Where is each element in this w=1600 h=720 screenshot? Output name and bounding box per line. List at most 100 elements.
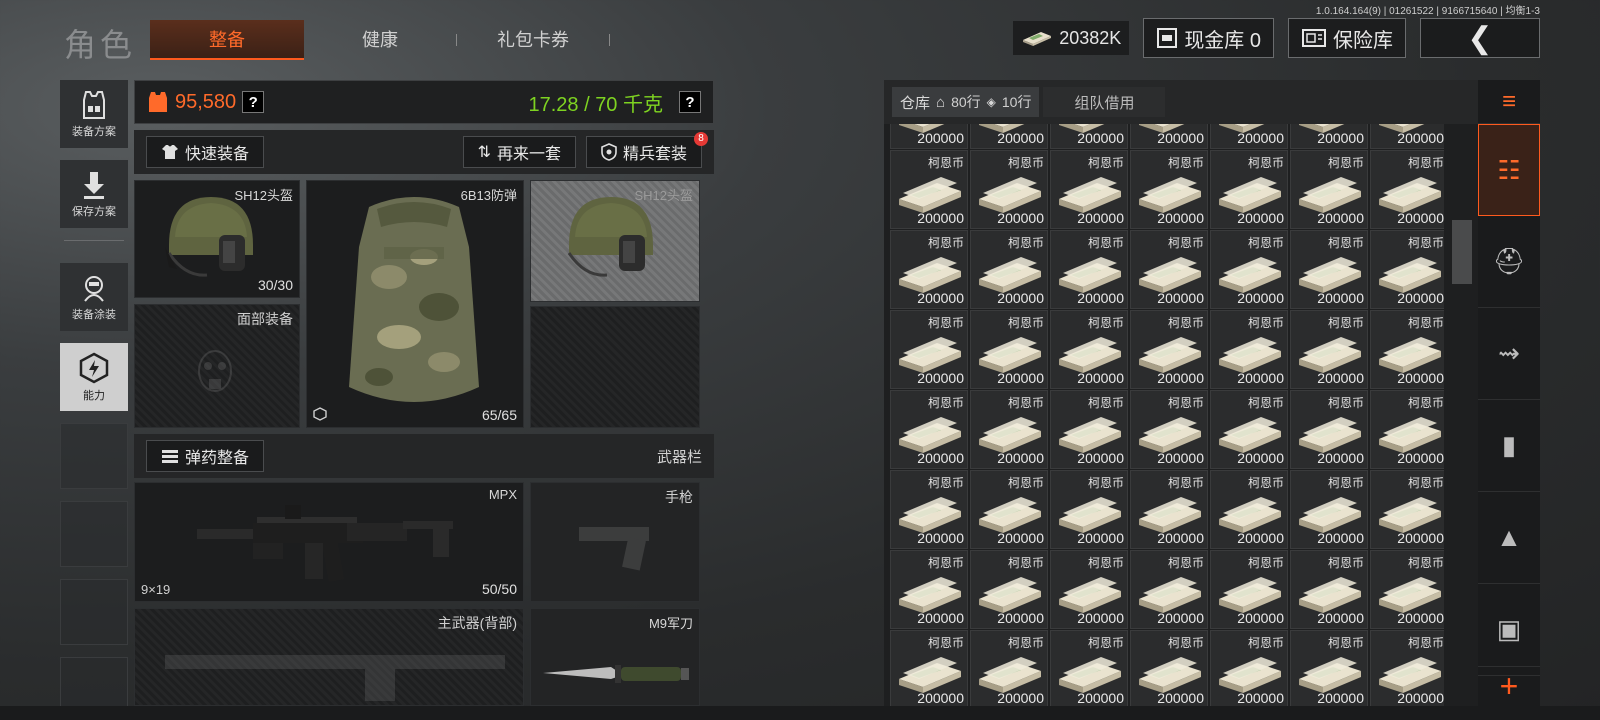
storage-cell[interactable]: 柯恩币200000	[1210, 470, 1288, 549]
category-helmet-icon[interactable]: ⛑	[1478, 216, 1540, 308]
ammo-prep-button[interactable]: 弹药整备	[146, 440, 265, 472]
storage-cell[interactable]: 柯恩币200000	[1370, 470, 1444, 549]
storage-cell[interactable]: 柯恩币200000	[890, 310, 968, 389]
storage-cell[interactable]: 柯恩币200000	[1130, 470, 1208, 549]
item-amount: 200000	[1157, 450, 1204, 466]
storage-cell[interactable]: 柯恩币200000	[890, 630, 968, 706]
storage-cell[interactable]: 柯恩币200000	[1130, 390, 1208, 469]
category-rifle-icon[interactable]: ⇝	[1478, 308, 1540, 400]
primary-weapon-slot[interactable]: MPX 9×19 50/50	[134, 482, 524, 602]
tab-health[interactable]: 健康	[304, 20, 456, 60]
storage-cell[interactable]: 柯恩币200000	[890, 150, 968, 229]
storage-cell[interactable]: 柯恩币200000	[1210, 150, 1288, 229]
vest-value-icon	[149, 92, 167, 112]
storage-cell[interactable]: 柯恩币200000	[1130, 630, 1208, 706]
storage-cell[interactable]: 柯恩币200000	[1290, 310, 1368, 389]
category-attachment-icon[interactable]: ▣	[1478, 584, 1540, 676]
sort-stack-icon[interactable]: ≡	[1478, 80, 1540, 124]
storage-cell[interactable]: 柯恩币200000	[1210, 124, 1288, 149]
storage-cell[interactable]: 柯恩币200000	[1050, 550, 1128, 629]
category-all-icon[interactable]: ☷	[1478, 124, 1540, 216]
another-set-button[interactable]: ⇅ 再来一套	[462, 136, 576, 168]
helmet-preview-slot[interactable]: SH12头盔	[530, 180, 700, 302]
storage-cell[interactable]: 柯恩币200000	[1130, 124, 1208, 149]
item-amount: 200000	[1397, 690, 1444, 706]
tab-team-borrow[interactable]: 组队借用	[1043, 87, 1166, 117]
storage-cell[interactable]: 柯恩币200000	[970, 630, 1048, 706]
back-weapon-slot[interactable]: 主武器(背部)	[134, 608, 524, 706]
storage-cell[interactable]: 柯恩币200000	[1370, 230, 1444, 309]
storage-scrollbar[interactable]	[1452, 220, 1472, 284]
storage-cell[interactable]: 柯恩币200000	[1050, 124, 1128, 149]
storage-cell[interactable]: 柯恩币200000	[1290, 630, 1368, 706]
item-name: 柯恩币	[1247, 316, 1284, 330]
item-amount: 200000	[917, 610, 964, 626]
face-slot[interactable]: 面部装备	[134, 304, 300, 428]
back-button[interactable]: ❮	[1420, 18, 1540, 58]
storage-cell[interactable]: 柯恩币200000	[890, 390, 968, 469]
storage-cell[interactable]: 柯恩币200000	[1130, 230, 1208, 309]
category-magazine-icon[interactable]: ▮	[1478, 400, 1540, 492]
storage-cell[interactable]: 柯恩币200000	[970, 150, 1048, 229]
storage-cell[interactable]: 柯恩币200000	[1050, 390, 1128, 469]
tab-loadout[interactable]: 整备	[150, 20, 304, 60]
storage-cell[interactable]: 柯恩币200000	[1210, 390, 1288, 469]
storage-cell[interactable]: 柯恩币200000	[1050, 150, 1128, 229]
storage-cell[interactable]: 柯恩币200000	[1370, 150, 1444, 229]
elite-set-button[interactable]: 精兵套装	[585, 136, 702, 168]
storage-cell[interactable]: 柯恩币200000	[1210, 550, 1288, 629]
cash-vault-button[interactable]: 现金库 0	[1143, 18, 1274, 58]
storage-cell[interactable]: 柯恩币200000	[1130, 310, 1208, 389]
armor-slot[interactable]: 6B13防弹 65/65	[306, 180, 524, 428]
storage-cell[interactable]: 柯恩币200000	[1370, 390, 1444, 469]
pistol-slot[interactable]: 手枪	[530, 482, 700, 602]
storage-cell[interactable]: 柯恩币200000	[1290, 124, 1368, 149]
storage-cell[interactable]: 柯恩币200000	[970, 550, 1048, 629]
storage-cell[interactable]: 柯恩币200000	[1050, 310, 1128, 389]
storage-cell[interactable]: 柯恩币200000	[970, 230, 1048, 309]
side-item-save-plan[interactable]: 保存方案	[60, 160, 128, 228]
storage-cell[interactable]: 柯恩币200000	[970, 310, 1048, 389]
storage-cell[interactable]: 柯恩币200000	[1130, 550, 1208, 629]
cash-vault-label: 现金库 0	[1184, 29, 1261, 52]
side-item-loadout-plan[interactable]: 装备方案	[60, 80, 128, 148]
value-help-icon[interactable]: ?	[242, 91, 265, 113]
storage-cell[interactable]: 柯恩币200000	[1370, 124, 1444, 149]
storage-cell[interactable]: 柯恩币200000	[1290, 150, 1368, 229]
back-weapon-label: 主武器(背部)	[437, 615, 517, 631]
storage-cell[interactable]: 柯恩币200000	[1370, 310, 1444, 389]
safe-box-button[interactable]: 保险库	[1288, 18, 1406, 58]
helmet-slot[interactable]: SH12头盔 30/30	[134, 180, 300, 298]
item-amount: 200000	[1317, 370, 1364, 386]
storage-cell[interactable]: 柯恩币200000	[1290, 390, 1368, 469]
storage-cell[interactable]: 柯恩币200000	[1210, 310, 1288, 389]
storage-cell[interactable]: 柯恩币200000	[1210, 630, 1288, 706]
storage-cell[interactable]: 柯恩币200000	[890, 470, 968, 549]
add-icon[interactable]: +	[1478, 666, 1540, 706]
storage-cell[interactable]: 柯恩币200000	[1370, 550, 1444, 629]
side-item-ability[interactable]: 能力	[60, 343, 128, 411]
storage-cell[interactable]: 柯恩币200000	[1210, 230, 1288, 309]
category-ammo-icon[interactable]: ▲	[1478, 492, 1540, 584]
storage-cell[interactable]: 柯恩币200000	[1050, 470, 1128, 549]
storage-grid: 柯恩币 200000 柯恩币 200000 柯恩币 200000 柯恩币 200000 柯恩币 2…	[890, 124, 1444, 706]
storage-cell[interactable]: 柯恩币200000	[970, 470, 1048, 549]
storage-cell[interactable]: 柯恩币200000	[890, 124, 968, 149]
storage-cell[interactable]: 柯恩币200000	[890, 230, 968, 309]
storage-cell[interactable]: 柯恩币200000	[970, 124, 1048, 149]
storage-cell[interactable]: 柯恩币200000	[1130, 150, 1208, 229]
side-item-skins[interactable]: 装备涂装	[60, 263, 128, 331]
storage-cell[interactable]: 柯恩币200000	[1370, 630, 1444, 706]
tab-gifts[interactable]: 礼包卡券	[457, 20, 609, 60]
weight-help-icon[interactable]: ?	[679, 91, 701, 113]
storage-cell[interactable]: 柯恩币200000	[1050, 230, 1128, 309]
storage-cell[interactable]: 柯恩币200000	[1290, 470, 1368, 549]
storage-cell[interactable]: 柯恩币200000	[1290, 230, 1368, 309]
storage-cell[interactable]: 柯恩币200000	[890, 550, 968, 629]
tab-warehouse[interactable]: 仓库 ⌂ 80行 ◈ 10行	[892, 87, 1040, 117]
melee-slot[interactable]: M9军刀	[530, 608, 700, 706]
storage-cell[interactable]: 柯恩币200000	[970, 390, 1048, 469]
quick-equip-button[interactable]: 快速装备	[146, 136, 265, 168]
storage-cell[interactable]: 柯恩币200000	[1050, 630, 1128, 706]
storage-cell[interactable]: 柯恩币200000	[1290, 550, 1368, 629]
